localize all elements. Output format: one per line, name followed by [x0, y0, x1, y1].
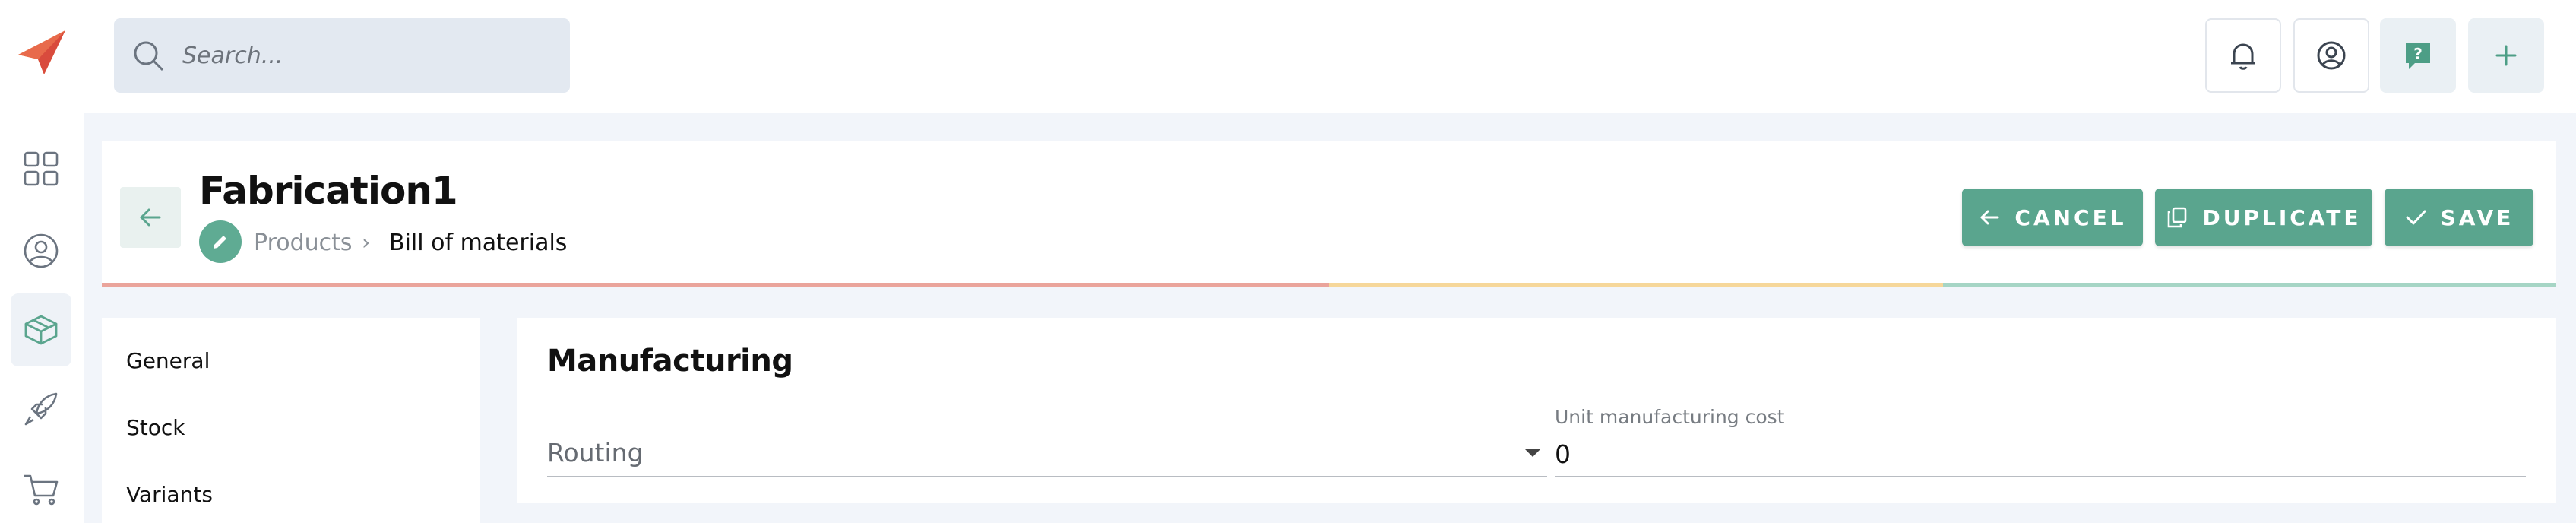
cancel-button[interactable]: CANCEL [1962, 189, 2143, 246]
progress-segment [715, 283, 1329, 287]
arrow-left-icon [140, 208, 161, 227]
unit-cost-value[interactable]: 0 [1555, 439, 1571, 469]
save-button[interactable]: SAVE [2385, 189, 2533, 246]
section-title: Manufacturing [547, 344, 793, 379]
manufacturing-section: Manufacturing Routing Unit manufacturing… [517, 318, 2556, 503]
nav-item-variants[interactable]: Variants [126, 482, 213, 507]
unit-cost-field[interactable]: 0 [1555, 432, 2526, 477]
paper-plane-logo-icon[interactable] [15, 26, 68, 79]
add-button[interactable] [2468, 18, 2544, 93]
box-icon [24, 315, 58, 345]
routing-select[interactable]: Routing [547, 424, 1547, 477]
search-icon [134, 41, 164, 71]
search-box[interactable] [114, 18, 570, 93]
dropdown-arrow-icon [1524, 449, 1541, 457]
section-nav: General Stock Variants [102, 318, 480, 523]
cart-icon [24, 474, 59, 506]
record-progress-bar [102, 283, 2556, 287]
breadcrumb-products[interactable]: Products [254, 230, 353, 256]
record-header: Fabrication1 Products › Bill of material… [102, 141, 2556, 287]
check-icon [2406, 210, 2426, 225]
rocket-icon [24, 392, 58, 426]
page-title: Fabrication1 [199, 169, 458, 213]
rail-item-dashboard[interactable] [11, 132, 71, 205]
progress-segment [102, 283, 716, 287]
duplicate-label: DUPLICATE [2202, 204, 2362, 230]
unit-cost-label: Unit manufacturing cost [1555, 406, 1785, 428]
nav-item-stock[interactable]: Stock [126, 415, 185, 440]
rail-item-products[interactable] [11, 293, 71, 366]
account-icon [2317, 41, 2346, 70]
cancel-label: CANCEL [2014, 204, 2127, 230]
edit-mode-badge[interactable] [199, 220, 242, 263]
save-label: SAVE [2440, 204, 2514, 230]
arrow-left-icon [1980, 210, 1999, 225]
notifications-button[interactable] [2205, 18, 2281, 93]
top-bar: ? [84, 0, 2576, 113]
left-rail [0, 0, 84, 523]
back-button[interactable] [120, 187, 181, 248]
routing-placeholder: Routing [547, 437, 644, 468]
search-input[interactable] [182, 42, 547, 69]
bell-icon [2231, 43, 2255, 70]
breadcrumb-separator: › [362, 230, 371, 255]
rail-item-projects[interactable] [11, 372, 71, 445]
breadcrumb-current: Bill of materials [389, 230, 568, 256]
progress-segment [1329, 283, 1943, 287]
help-button[interactable]: ? [2380, 18, 2456, 93]
account-button[interactable] [2293, 18, 2369, 93]
plus-icon [2495, 45, 2517, 66]
user-circle-icon [24, 233, 59, 268]
grid-icon [24, 151, 59, 186]
help-icon: ? [2406, 43, 2430, 69]
svg-text:?: ? [2413, 45, 2423, 63]
rail-item-contacts[interactable] [11, 214, 71, 287]
pencil-icon [214, 236, 226, 249]
progress-segment [1942, 283, 2556, 287]
duplicate-button[interactable]: DUPLICATE [2155, 189, 2372, 246]
nav-item-general[interactable]: General [126, 348, 210, 373]
rail-item-sales[interactable] [11, 453, 71, 523]
copy-icon [2168, 207, 2187, 228]
